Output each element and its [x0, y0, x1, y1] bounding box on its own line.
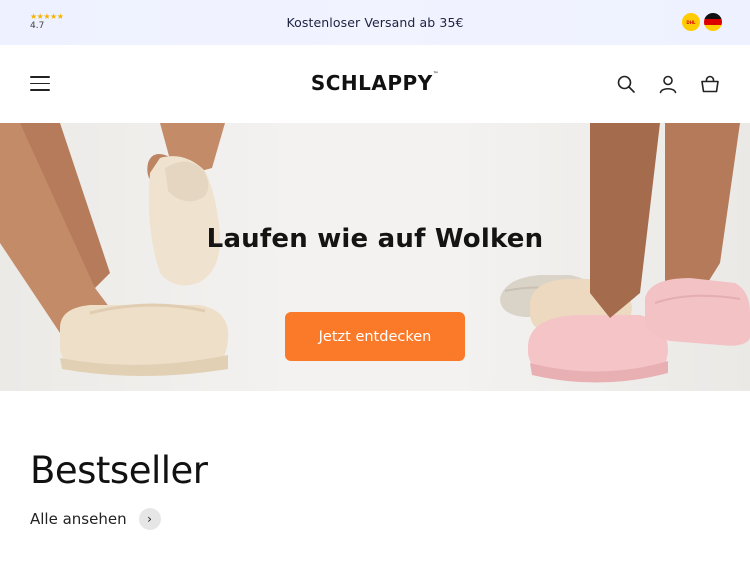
rating-value: 4.7	[30, 21, 45, 31]
dhl-icon: DHL	[682, 13, 700, 31]
rating-stars-icon: ★★★★★	[30, 12, 64, 21]
header-actions	[616, 74, 720, 94]
cart-icon[interactable]	[700, 74, 720, 94]
see-all-link[interactable]: Alle ansehen ›	[30, 508, 161, 530]
account-icon[interactable]	[658, 74, 678, 94]
see-all-label: Alle ansehen	[30, 510, 127, 528]
hero-banner: Laufen wie auf Wolken Jetzt entdecken	[0, 123, 750, 391]
hero-headline: Laufen wie auf Wolken	[206, 224, 544, 254]
section-title: Bestseller	[30, 449, 208, 492]
chevron-right-icon[interactable]: ›	[138, 508, 161, 530]
search-icon[interactable]	[616, 74, 636, 94]
rating-widget[interactable]: ★★★★★ 4.7	[30, 12, 80, 31]
shipping-badges: DHL	[682, 13, 722, 31]
cta-button[interactable]: Jetzt entdecken	[285, 312, 465, 361]
announcement-text: Kostenloser Versand ab 35€	[286, 15, 464, 30]
germany-flag-icon	[704, 13, 722, 31]
announcement-bar: ★★★★★ 4.7 Kostenloser Versand ab 35€ DHL	[0, 0, 750, 45]
site-header: SCHLAPPY™	[0, 45, 750, 123]
